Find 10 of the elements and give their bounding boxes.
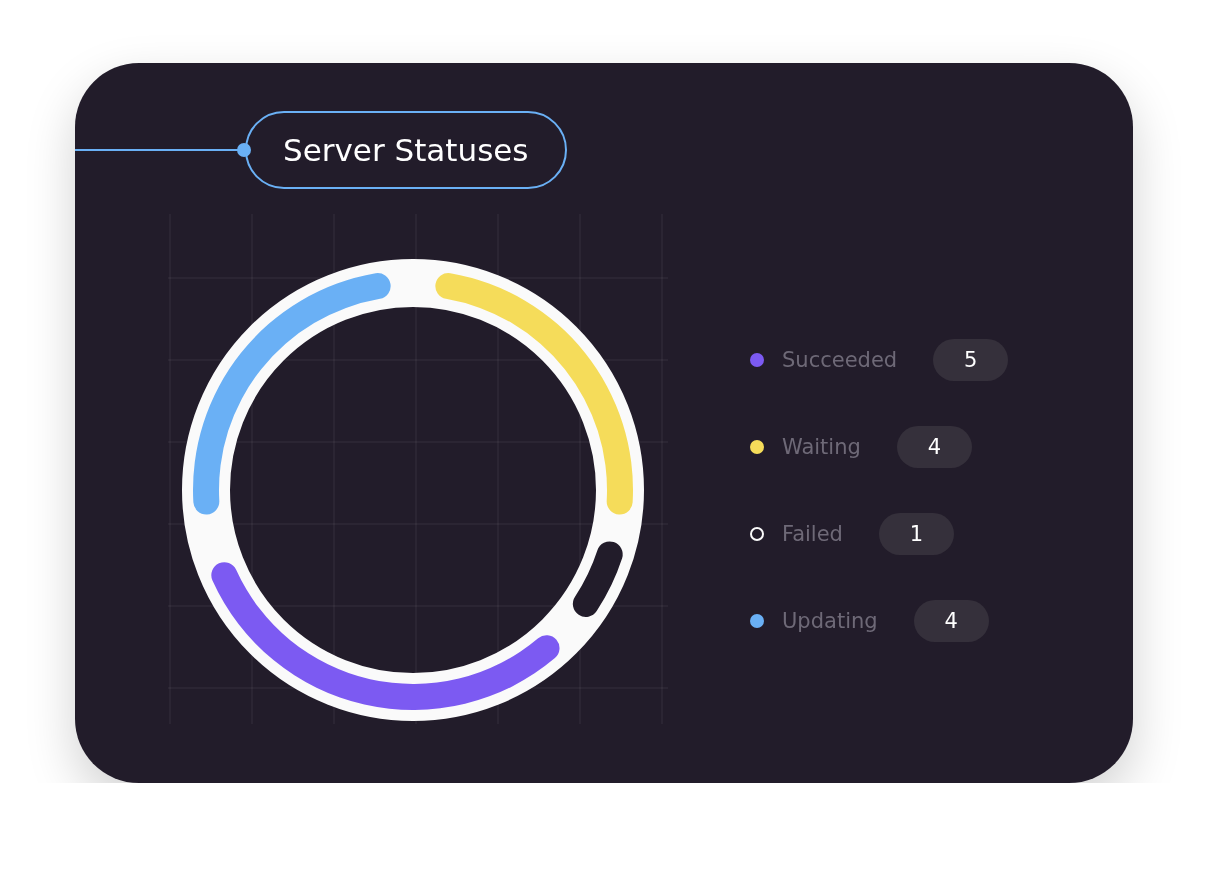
count-badge: 5: [933, 339, 1009, 381]
legend-label: Waiting: [782, 435, 861, 459]
connector-dot: [237, 143, 251, 157]
legend-label: Updating: [782, 609, 878, 633]
card-title: Server Statuses: [245, 111, 567, 189]
legend-label: Succeeded: [782, 348, 898, 372]
legend-label: Failed: [782, 522, 843, 546]
count-badge: 4: [913, 600, 989, 642]
count-badge: 4: [896, 426, 972, 468]
count-badge: 1: [878, 513, 954, 555]
